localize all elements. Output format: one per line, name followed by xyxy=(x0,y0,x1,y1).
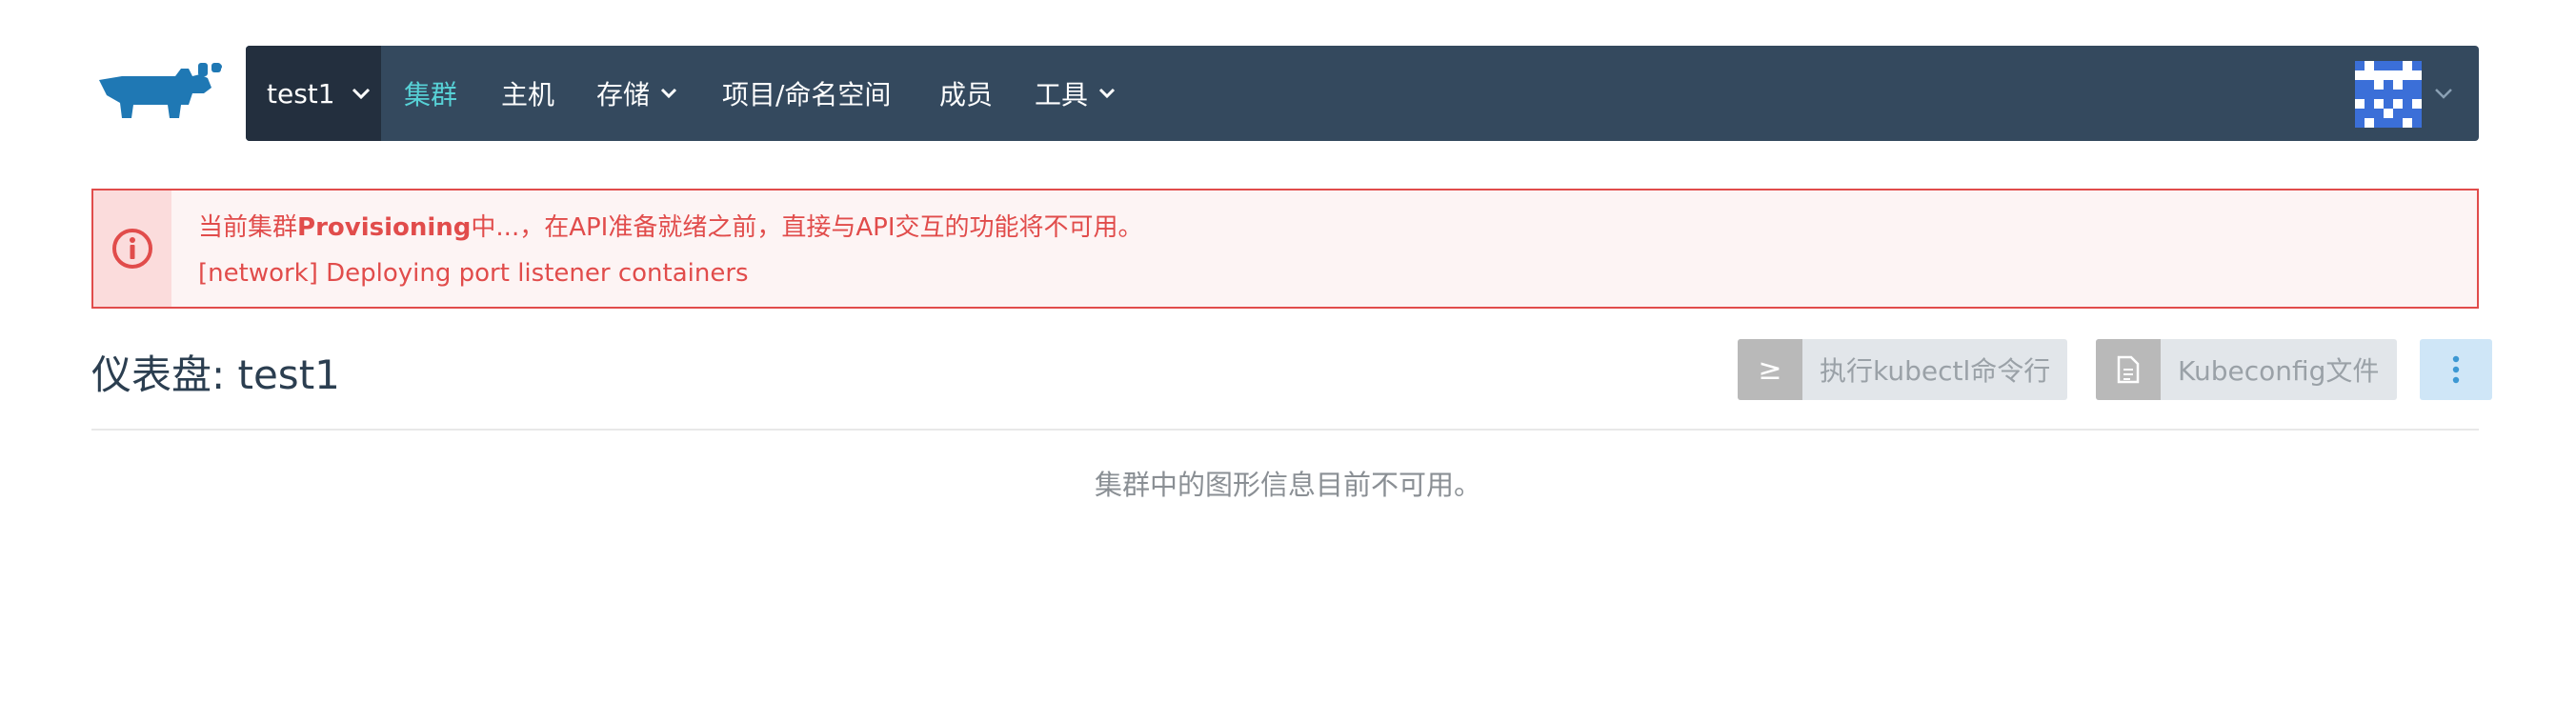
cluster-switcher[interactable]: test1 xyxy=(246,46,381,141)
vertical-dots-icon xyxy=(2452,355,2460,384)
alert-message: 当前集群Provisioning中...，在API准备就绪之前，直接与API交互… xyxy=(198,213,1143,242)
chevron-down-icon xyxy=(1098,88,1116,99)
user-avatar[interactable] xyxy=(2355,61,2422,128)
terminal-icon: ≥ xyxy=(1738,339,1802,400)
nav-item-cluster[interactable]: 集群 xyxy=(404,46,457,141)
file-icon xyxy=(2096,339,2161,400)
more-actions-button[interactable] xyxy=(2420,339,2492,400)
chevron-down-icon xyxy=(352,88,370,100)
nav-item-hosts[interactable]: 主机 xyxy=(501,46,554,141)
chevron-down-icon[interactable] xyxy=(2433,86,2454,101)
kubectl-shell-button[interactable]: ≥ 执行kubectl命令行 xyxy=(1738,339,2067,400)
empty-state-message: 集群中的图形信息目前不可用。 xyxy=(1094,469,1481,501)
alert-icon-area xyxy=(93,191,171,307)
header-divider xyxy=(91,429,2479,431)
top-navigation-bar: test1 集群 主机 存储 项目/命名空间 成员 工具 xyxy=(246,46,2479,141)
nav-item-projects-namespaces[interactable]: 项目/命名空间 xyxy=(722,46,891,141)
chevron-down-icon xyxy=(660,88,677,99)
nav-item-tools[interactable]: 工具 xyxy=(1035,46,1117,141)
nav-item-members[interactable]: 成员 xyxy=(939,46,993,141)
info-circle-icon xyxy=(112,229,152,269)
rancher-logo[interactable] xyxy=(93,61,225,128)
cluster-name: test1 xyxy=(267,77,335,110)
nav-item-storage[interactable]: 存储 xyxy=(596,46,678,141)
page-title: 仪表盘: test1 xyxy=(91,351,340,398)
alert-detail: [network] Deploying port listener contai… xyxy=(198,259,749,288)
kubeconfig-file-button[interactable]: Kubeconfig文件 xyxy=(2096,339,2397,400)
provisioning-alert: 当前集群Provisioning中...，在API准备就绪之前，直接与API交互… xyxy=(91,189,2479,309)
